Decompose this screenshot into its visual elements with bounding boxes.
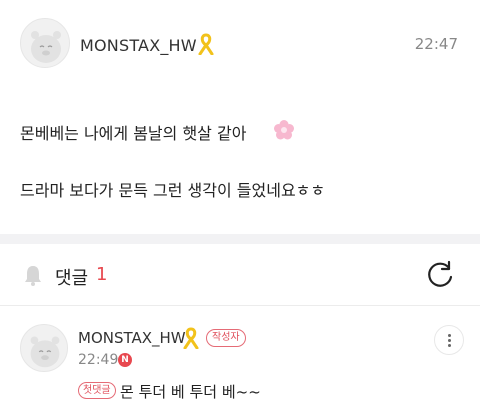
more-vertical-icon — [448, 344, 451, 347]
comment-item: MONSTAX_HW 작성자 22:49 N 첫댓글 몬 투더 베 투더 베~~ — [0, 307, 480, 420]
post-timestamp: 22:47 — [414, 35, 458, 53]
comment-count: 1 — [96, 264, 108, 285]
avatar-icon — [31, 31, 61, 63]
writer-badge: 작성자 — [206, 329, 246, 347]
post-author-name[interactable]: MONSTAX_HW — [80, 36, 197, 55]
bell-icon[interactable] — [22, 263, 44, 287]
avatar-icon — [30, 336, 60, 368]
pink-flower-emoji — [274, 120, 294, 140]
comment-text: 몬 투더 베 투더 베~~ — [120, 383, 261, 401]
refresh-icon[interactable] — [424, 259, 456, 291]
commenter-name[interactable]: MONSTAX_HW — [78, 329, 186, 347]
post-header: MONSTAX_HW 22:47 — [0, 0, 480, 80]
section-divider — [0, 234, 480, 244]
commenter-avatar[interactable] — [20, 324, 68, 372]
more-options-button[interactable] — [434, 325, 464, 355]
more-vertical-icon — [448, 334, 451, 337]
more-vertical-icon — [448, 339, 451, 342]
yellow-ribbon-icon — [183, 327, 199, 349]
author-avatar[interactable] — [20, 18, 70, 68]
yellow-ribbon-icon — [198, 33, 214, 55]
comment-header: 댓글 1 — [0, 244, 480, 306]
first-comment-badge: 첫댓글 — [78, 382, 116, 399]
post-text-line: 드라마 보다가 문득 그런 생각이 들었네요ㅎㅎ — [20, 181, 326, 200]
post-text-line: 몬베베는 나에게 봄날의 햇살 같아 — [20, 124, 247, 143]
new-badge: N — [118, 353, 132, 367]
comment-timestamp: 22:49 — [78, 352, 119, 368]
comment-label: 댓글 — [55, 268, 89, 289]
